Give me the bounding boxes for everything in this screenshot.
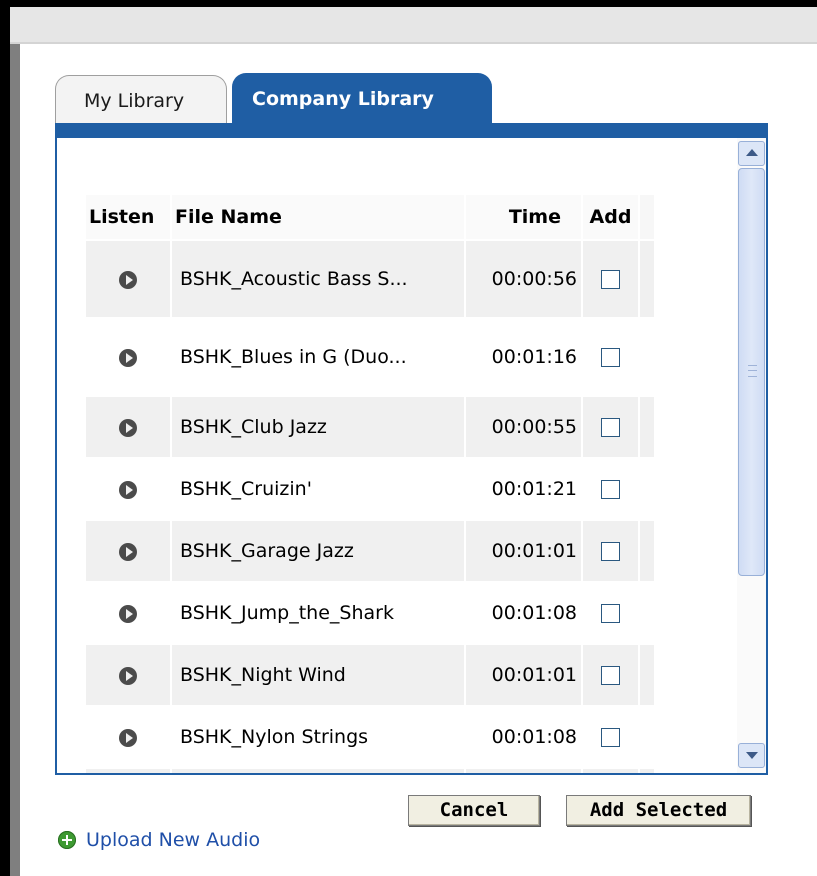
add-checkbox[interactable] [601,728,620,747]
add-cell [583,583,638,643]
add-cell [583,397,638,457]
file-name-cell: BSHK_Night Wind [172,645,464,705]
scrollbar-thumb[interactable] [738,168,765,576]
add-checkbox[interactable] [601,542,620,561]
file-name-cell: BSHK_Blues in G (Duo... [172,319,464,395]
time-cell: 00:01:01 [466,521,581,581]
row-spacer [640,459,654,519]
file-name-cell: BSHK_Cruizin' [172,459,464,519]
table-row: BSHK_Nylon Strings 00:01:08 [86,707,654,767]
column-header-file-name: File Name [172,195,464,239]
listen-cell [86,319,170,395]
play-icon[interactable] [119,666,137,685]
scroll-down-button[interactable] [738,743,765,768]
row-spacer [640,521,654,581]
listen-cell [86,583,170,643]
time-cell: 00:01:21 [466,459,581,519]
dialog-title-bar [10,7,817,44]
table-row: BSHK_Cruizin' 00:01:21 [86,459,654,519]
plus-circle-icon [58,831,76,849]
time-cell: 00:00:56 [466,241,581,317]
listen-cell [86,707,170,767]
row-spacer [640,583,654,643]
time-cell: 00:01:16 [466,319,581,395]
table-row: BSHK_Night Wind 00:01:01 [86,645,654,705]
add-cell [583,521,638,581]
add-cell [583,707,638,767]
column-header-listen: Listen [86,195,170,239]
row-spacer [640,707,654,767]
row-spacer [640,769,654,773]
time-cell: 00:01:08 [466,583,581,643]
play-icon[interactable] [119,542,137,561]
add-cell [583,645,638,705]
add-cell [583,459,638,519]
tab-strip [55,123,768,138]
table-row: BSHK_Blues in G (Duo... 00:01:16 [86,319,654,395]
dialog-left-border [10,44,20,876]
file-name-cell: BSHK_Club Jazz [172,397,464,457]
add-cell [583,319,638,395]
scroll-up-button[interactable] [738,141,765,166]
row-spacer [640,645,654,705]
grip-icon [748,365,757,377]
arrow-up-icon [746,149,758,156]
time-cell: 00:00:55 [466,397,581,457]
time-cell: 00:00:36 [466,769,581,773]
upload-link-label: Upload New Audio [86,829,261,851]
table-row: BSHK_Jump_the_Shark 00:01:08 [86,583,654,643]
table-header-row: Listen File Name Time Add [86,195,654,239]
add-checkbox[interactable] [601,270,620,289]
add-selected-button[interactable]: Add Selected [566,795,751,826]
cancel-button[interactable]: Cancel [408,795,540,826]
table-row: BSHK_Quiz Me (Loops)00:00:36 [86,769,654,773]
play-icon[interactable] [119,728,137,747]
table-row: BSHK_Acoustic Bass S... 00:00:56 [86,241,654,317]
window-frame-left [0,0,10,876]
table-row: BSHK_Garage Jazz 00:01:01 [86,521,654,581]
row-spacer [640,397,654,457]
listen-cell [86,459,170,519]
upload-new-audio-link[interactable]: Upload New Audio [58,825,260,855]
arrow-down-icon [746,752,758,759]
audio-table: Listen File Name Time Add BSHK_Acoustic … [84,193,656,773]
row-spacer [640,319,654,395]
add-checkbox[interactable] [601,666,620,685]
file-name-cell: BSHK_Garage Jazz [172,521,464,581]
table-row: BSHK_Club Jazz 00:00:55 [86,397,654,457]
time-cell: 00:01:08 [466,707,581,767]
play-icon[interactable] [119,418,137,437]
add-cell [583,241,638,317]
listen-cell [86,241,170,317]
file-name-cell: BSHK_Acoustic Bass S... [172,241,464,317]
add-checkbox[interactable] [601,418,620,437]
column-header-add: Add [583,195,638,239]
play-icon[interactable] [119,348,137,367]
tab-company-library[interactable]: Company Library [232,73,492,125]
tab-my-library[interactable]: My Library [55,75,227,123]
add-checkbox[interactable] [601,604,620,623]
add-checkbox[interactable] [601,348,620,367]
listen-cell [86,769,170,773]
library-list: Listen File Name Time Add BSHK_Acoustic … [57,138,737,773]
play-icon[interactable] [119,604,137,623]
listen-cell [86,645,170,705]
row-spacer [640,241,654,317]
column-header-spacer [640,195,654,239]
library-panel: Listen File Name Time Add BSHK_Acoustic … [55,138,768,775]
add-cell [583,769,638,773]
play-icon[interactable] [119,480,137,499]
column-header-time: Time [466,195,581,239]
add-checkbox[interactable] [601,480,620,499]
time-cell: 00:01:01 [466,645,581,705]
listen-cell [86,397,170,457]
vertical-scrollbar[interactable] [737,138,766,773]
window-frame-top [0,0,817,7]
listen-cell [86,521,170,581]
file-name-cell: BSHK_Quiz Me (Loops) [172,769,464,773]
play-icon[interactable] [119,270,137,289]
file-name-cell: BSHK_Jump_the_Shark [172,583,464,643]
file-name-cell: BSHK_Nylon Strings [172,707,464,767]
